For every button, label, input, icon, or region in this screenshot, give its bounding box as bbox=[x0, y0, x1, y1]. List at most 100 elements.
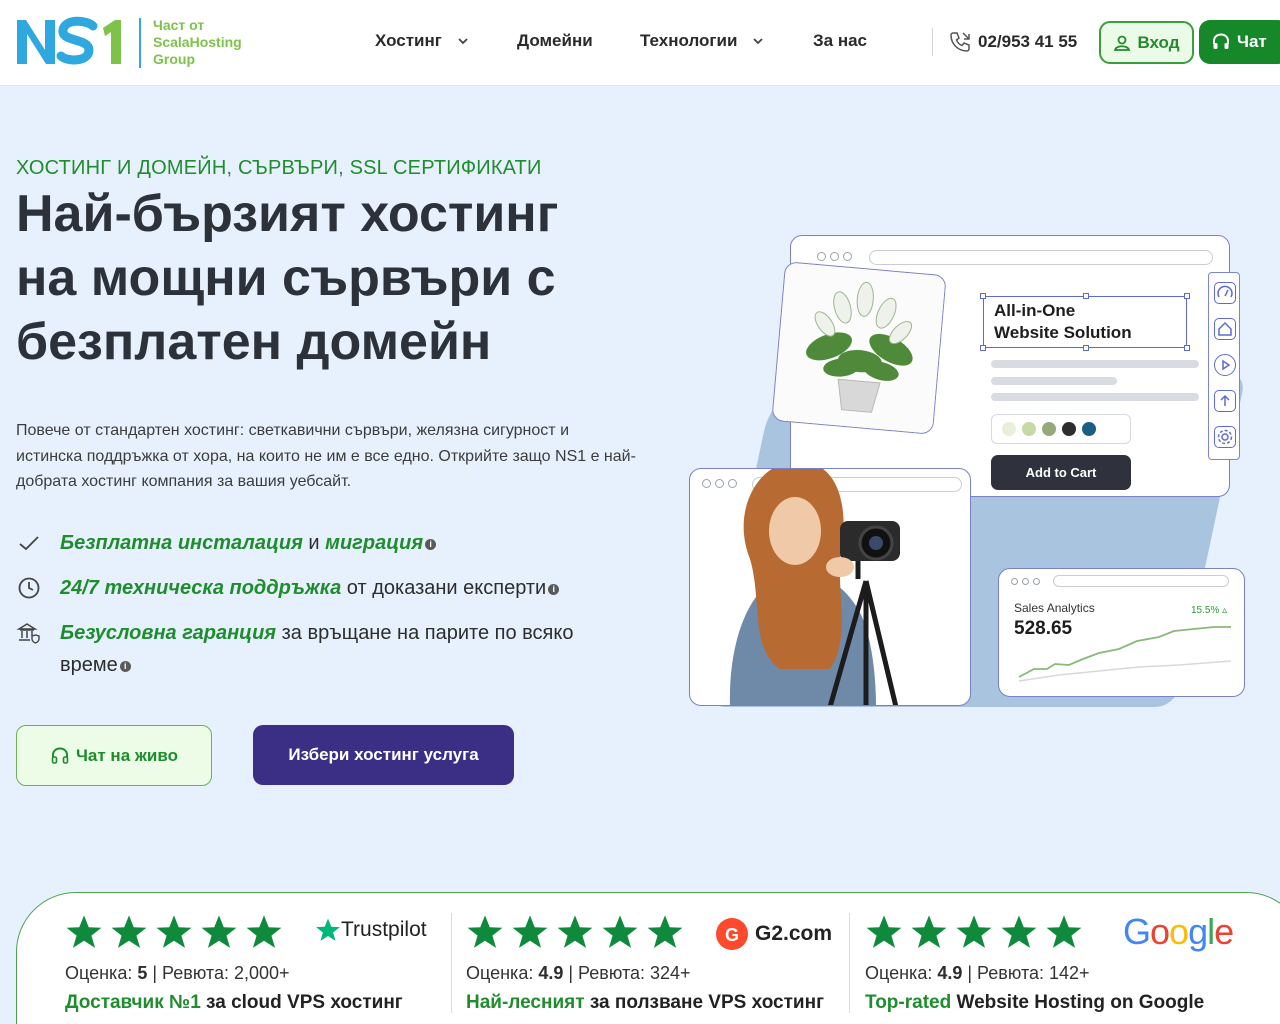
google-letter: o bbox=[1169, 911, 1189, 952]
placeholder-line bbox=[991, 393, 1199, 401]
google-logo[interactable]: Google bbox=[1123, 911, 1234, 953]
star-rating bbox=[65, 913, 283, 951]
ns1-logo[interactable] bbox=[15, 14, 127, 68]
nav-about-label: За нас bbox=[813, 31, 868, 50]
feature-text: 24/7 техническа поддръжка от доказани ек… bbox=[60, 572, 560, 604]
heading-line: All-in-One bbox=[994, 301, 1076, 320]
review-count: | Ревюта: 2,000+ bbox=[147, 963, 290, 983]
claim-highlight: Доставчик №1 bbox=[65, 992, 201, 1013]
claim-highlight: Най-лесният bbox=[466, 992, 585, 1013]
star-icon bbox=[557, 915, 593, 948]
placeholder-line bbox=[991, 377, 1117, 385]
color-swatch[interactable] bbox=[1022, 422, 1036, 436]
play-icon[interactable] bbox=[1214, 354, 1236, 376]
star-icon bbox=[956, 915, 992, 948]
claim-text: за cloud VPS хостинг bbox=[200, 992, 403, 1013]
nav-technologies[interactable]: Технологии bbox=[640, 31, 765, 51]
google-letter: o bbox=[1150, 911, 1170, 952]
rating-claim: Най-лесният за ползване VPS хостинг bbox=[466, 992, 824, 1014]
star-icon bbox=[467, 915, 503, 948]
google-letter: e bbox=[1214, 911, 1234, 952]
hero-eyebrow: ХОСТИНГ И ДОМЕЙН, СЪРВЪРИ, SSL СЕРТИФИКА… bbox=[16, 157, 542, 179]
plant-image bbox=[771, 261, 947, 435]
star-icon bbox=[1001, 915, 1037, 948]
logo-tagline: Част от ScalaHosting Group bbox=[153, 17, 242, 68]
photographer-image bbox=[689, 468, 971, 706]
nav-technologies-label: Технологии bbox=[640, 31, 738, 50]
star-rating bbox=[865, 913, 1083, 951]
star-icon bbox=[111, 915, 147, 948]
trustpilot-star-icon bbox=[316, 918, 340, 941]
logo-separator bbox=[139, 18, 141, 68]
analytics-sparkline bbox=[1018, 626, 1232, 682]
upload-icon[interactable] bbox=[1214, 390, 1236, 412]
color-swatches bbox=[991, 414, 1131, 444]
add-to-cart-button[interactable]: Add to Cart bbox=[991, 455, 1131, 490]
star-icon bbox=[512, 915, 548, 948]
clock-icon bbox=[18, 577, 40, 599]
score-label: Оценка: bbox=[65, 963, 138, 983]
phone-icon bbox=[950, 32, 970, 52]
feature-plain: и bbox=[302, 532, 326, 554]
gauge-icon[interactable] bbox=[1214, 282, 1236, 304]
live-chat-button[interactable]: Чат на живо bbox=[16, 725, 212, 786]
review-count: | Ревюта: 324+ bbox=[563, 963, 691, 983]
nav-domains[interactable]: Домейни bbox=[517, 31, 593, 51]
login-label: Вход bbox=[1137, 32, 1180, 52]
feature-installation: Безплатна инсталация и миграция i bbox=[16, 527, 636, 559]
rating-trustpilot: Trustpilot Оценка: 5 | Ревюта: 2,000+ До… bbox=[17, 893, 451, 1024]
illustration-heading: All-in-One Website Solution bbox=[994, 300, 1132, 344]
bank-shield-icon bbox=[16, 623, 40, 644]
rating-score: Оценка: 5 | Ревюта: 2,000+ bbox=[65, 963, 290, 984]
hero-title-line: Най-бързият хостинг bbox=[16, 185, 559, 243]
editor-toolbar bbox=[1208, 272, 1240, 460]
brand-name: Trustpilot bbox=[341, 918, 427, 941]
star-icon bbox=[201, 915, 237, 948]
star-rating bbox=[466, 913, 684, 951]
star-icon bbox=[1046, 915, 1082, 948]
site-header: Част от ScalaHosting Group Хостинг Домей… bbox=[0, 0, 1280, 86]
info-icon[interactable]: i bbox=[425, 539, 437, 550]
chat-button[interactable]: Чат bbox=[1199, 20, 1280, 64]
choose-hosting-button[interactable]: Избери хостинг услуга bbox=[253, 725, 514, 785]
color-swatch[interactable] bbox=[1042, 422, 1056, 436]
nav-hosting[interactable]: Хостинг bbox=[375, 31, 470, 51]
headset-icon bbox=[1213, 33, 1229, 49]
feature-highlight: Безусловна гаранция bbox=[60, 622, 277, 644]
feature-guarantee: Безусловна гаранция за връщане на парите… bbox=[16, 617, 636, 681]
color-swatch[interactable] bbox=[1002, 422, 1016, 436]
hero-title-line: безплатен домейн bbox=[16, 313, 492, 371]
user-icon bbox=[1114, 35, 1131, 51]
headset-icon bbox=[51, 746, 69, 764]
live-chat-label: Чат на живо bbox=[75, 745, 178, 765]
g2-logo[interactable]: G G2.com bbox=[715, 917, 832, 951]
info-icon[interactable]: i bbox=[548, 584, 560, 595]
google-letter: G bbox=[1123, 911, 1151, 952]
trustpilot-logo[interactable]: Trustpilot bbox=[315, 917, 427, 943]
google-letter: g bbox=[1188, 911, 1208, 952]
score-label: Оценка: bbox=[865, 963, 938, 983]
phone-link[interactable]: 02/953 41 55 bbox=[948, 30, 1077, 54]
login-button[interactable]: Вход bbox=[1099, 21, 1194, 64]
star-icon bbox=[156, 915, 192, 948]
rating-g2: G G2.com Оценка: 4.9 | Ревюта: 324+ Най-… bbox=[418, 893, 852, 1024]
score-value: 5 bbox=[137, 963, 148, 983]
window-dots bbox=[817, 252, 852, 261]
home-icon[interactable] bbox=[1214, 318, 1236, 340]
star-icon bbox=[647, 915, 683, 948]
color-swatch[interactable] bbox=[1062, 422, 1076, 436]
rating-claim: Доставчик №1 за cloud VPS хостинг bbox=[65, 992, 403, 1014]
claim-text: за ползване VPS хостинг bbox=[584, 992, 824, 1013]
rating-score: Оценка: 4.9 | Ревюта: 324+ bbox=[466, 963, 691, 984]
gear-icon[interactable] bbox=[1214, 426, 1236, 448]
color-swatch[interactable] bbox=[1082, 422, 1096, 436]
sales-analytics-card: Sales Analytics 528.65 15.5% ▵ bbox=[998, 568, 1245, 697]
feature-plain: от доказани експерти bbox=[341, 577, 547, 599]
ratings-panel: Trustpilot Оценка: 5 | Ревюта: 2,000+ До… bbox=[16, 892, 1280, 1024]
heading-line: Website Solution bbox=[994, 323, 1132, 342]
info-icon[interactable]: i bbox=[119, 661, 131, 672]
star-icon bbox=[602, 915, 638, 948]
hero-title: Най-бързият хостинг на мощни сървъри с б… bbox=[16, 182, 636, 374]
nav-about[interactable]: За нас bbox=[813, 31, 867, 51]
rating-claim: Top-rated Website Hosting on Google bbox=[865, 992, 1204, 1014]
